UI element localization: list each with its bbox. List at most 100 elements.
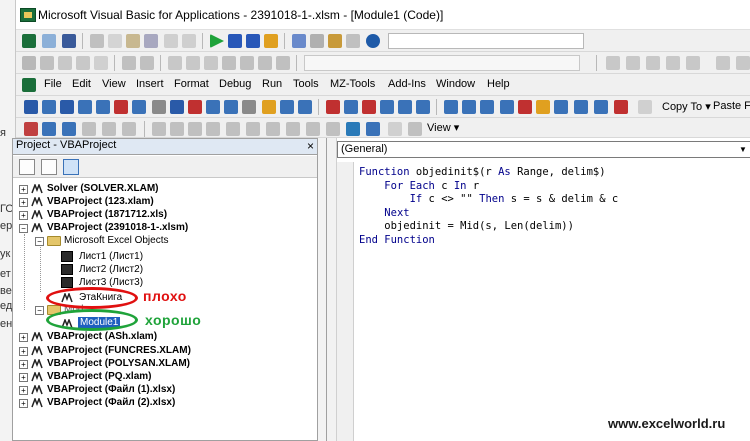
mztools-icon[interactable] — [398, 100, 412, 114]
help-icon[interactable] — [366, 34, 380, 48]
toolbar-extra-icon[interactable] — [686, 56, 700, 70]
expand-icon[interactable]: + — [19, 399, 28, 408]
paste-icon[interactable] — [126, 34, 140, 48]
object-browser-icon[interactable] — [328, 34, 342, 48]
view-excel-icon[interactable] — [22, 34, 36, 48]
mztools-icon[interactable] — [518, 100, 532, 114]
toolbar-extra-icon[interactable] — [626, 56, 640, 70]
mztools-icon[interactable] — [152, 100, 166, 114]
tools-icon[interactable] — [326, 122, 340, 136]
code-line[interactable]: For Each c In r — [359, 180, 618, 194]
break-icon[interactable] — [228, 34, 242, 48]
code-line[interactable]: Function objedinit$(r As Range, delim$) — [359, 166, 618, 180]
expand-icon[interactable]: + — [19, 347, 28, 356]
collapse-icon[interactable]: − — [19, 224, 28, 233]
collapse-icon[interactable]: − — [35, 306, 44, 315]
edit-combo[interactable] — [304, 55, 580, 71]
code-editor[interactable]: Function objedinit$(r As Range, delim$) … — [359, 166, 618, 247]
tools-icon[interactable] — [346, 122, 360, 136]
chevron-down-icon[interactable]: ▼ — [736, 142, 750, 157]
expand-icon[interactable]: + — [19, 198, 28, 207]
tree-node[interactable]: VBAProject (Файл (1).xlsx) — [47, 384, 175, 395]
outdent-icon[interactable] — [140, 56, 154, 70]
cut-icon[interactable] — [90, 34, 104, 48]
tools-icon[interactable] — [24, 122, 38, 136]
copy-to-button[interactable]: Copy To ▾ — [662, 100, 711, 113]
redo-icon[interactable] — [182, 34, 196, 48]
eraser-icon[interactable] — [638, 100, 652, 114]
panel-splitter[interactable] — [318, 138, 326, 441]
mztools-icon[interactable] — [344, 100, 358, 114]
find-icon[interactable] — [144, 34, 158, 48]
tools-icon[interactable] — [102, 122, 116, 136]
toggle-folders-icon[interactable] — [63, 159, 79, 175]
uncomment-block-icon[interactable] — [204, 56, 218, 70]
tools-icon[interactable] — [226, 122, 240, 136]
tree-node[interactable]: VBAProject (PQ.xlam) — [47, 371, 151, 382]
mztools-icon[interactable] — [206, 100, 220, 114]
menu-add-ins[interactable]: Add-Ins — [388, 78, 426, 90]
expand-icon[interactable]: + — [19, 386, 28, 395]
toolbar-extra-icon[interactable] — [736, 56, 750, 70]
font-size-down-icon[interactable] — [62, 122, 76, 136]
menu-tools[interactable]: Tools — [293, 78, 319, 90]
tree-node[interactable]: VBAProject (FUNCRES.XLAM) — [47, 345, 191, 356]
clear-bookmarks-icon[interactable] — [276, 56, 290, 70]
run-icon[interactable] — [210, 34, 224, 48]
tree-node[interactable]: Лист2 (Лист2) — [79, 264, 143, 275]
mztools-icon[interactable] — [60, 100, 74, 114]
tree-node[interactable]: VBAProject (123.xlam) — [47, 196, 154, 207]
mztools-icon[interactable] — [536, 100, 550, 114]
copy-icon[interactable] — [108, 34, 122, 48]
view-object-icon[interactable] — [41, 159, 57, 175]
mztools-icon[interactable] — [96, 100, 110, 114]
toolbar-extra-icon[interactable] — [606, 56, 620, 70]
toolbox-icon[interactable] — [346, 34, 360, 48]
menu-view[interactable]: View — [102, 78, 126, 90]
menu-format[interactable]: Format — [174, 78, 209, 90]
tree-node[interactable]: Solver (SOLVER.XLAM) — [47, 183, 159, 194]
next-bookmark-icon[interactable] — [240, 56, 254, 70]
mztools-icon[interactable] — [78, 100, 92, 114]
undo-icon[interactable] — [164, 34, 178, 48]
tools-icon[interactable] — [206, 122, 220, 136]
mztools-icon[interactable] — [480, 100, 494, 114]
mztools-icon[interactable] — [444, 100, 458, 114]
close-icon[interactable]: × — [307, 139, 314, 153]
tools-icon[interactable] — [366, 122, 380, 136]
tree-node[interactable]: Лист1 (Лист1) — [79, 251, 143, 262]
menu-debug[interactable]: Debug — [219, 78, 251, 90]
expand-icon[interactable]: + — [19, 211, 28, 220]
menu-window[interactable]: Window — [436, 78, 475, 90]
tree-node[interactable]: VBAProject (Файл (2).xlsx) — [47, 397, 175, 408]
toolbar-combo[interactable] — [388, 33, 584, 49]
tree-node[interactable]: VBAProject (ASh.xlam) — [47, 331, 157, 342]
tree-folder[interactable]: Microsoft Excel Objects — [64, 235, 168, 246]
font-size-up-icon[interactable] — [42, 122, 56, 136]
mztools-icon[interactable] — [262, 100, 276, 114]
complete-word-icon[interactable] — [94, 56, 108, 70]
project-explorer-icon[interactable] — [292, 34, 306, 48]
menu-edit[interactable]: Edit — [72, 78, 91, 90]
mztools-icon[interactable] — [280, 100, 294, 114]
tree-node[interactable]: VBAProject (2391018-1-.xlsm) — [47, 222, 188, 233]
tree-node[interactable]: VBAProject (1871712.xls) — [47, 209, 167, 220]
toggle-breakpoint-icon[interactable] — [168, 56, 182, 70]
comment-block-icon[interactable] — [186, 56, 200, 70]
paste-from-button[interactable]: Paste Fr — [713, 100, 750, 112]
tools-icon[interactable] — [246, 122, 260, 136]
code-line[interactable]: Next — [359, 207, 618, 221]
toolbar-extra-icon[interactable] — [716, 56, 730, 70]
code-margin[interactable] — [337, 162, 354, 441]
bookmark-icon[interactable] — [222, 56, 236, 70]
menu-file[interactable]: File — [44, 78, 62, 90]
indent-icon[interactable] — [122, 56, 136, 70]
mztools-icon[interactable] — [170, 100, 184, 114]
mztools-icon[interactable] — [242, 100, 256, 114]
tools-icon[interactable] — [152, 122, 166, 136]
expand-icon[interactable]: + — [19, 185, 28, 194]
list-constants-icon[interactable] — [40, 56, 54, 70]
tools-icon[interactable] — [188, 122, 202, 136]
mztools-icon[interactable] — [594, 100, 608, 114]
expand-icon[interactable]: + — [19, 360, 28, 369]
